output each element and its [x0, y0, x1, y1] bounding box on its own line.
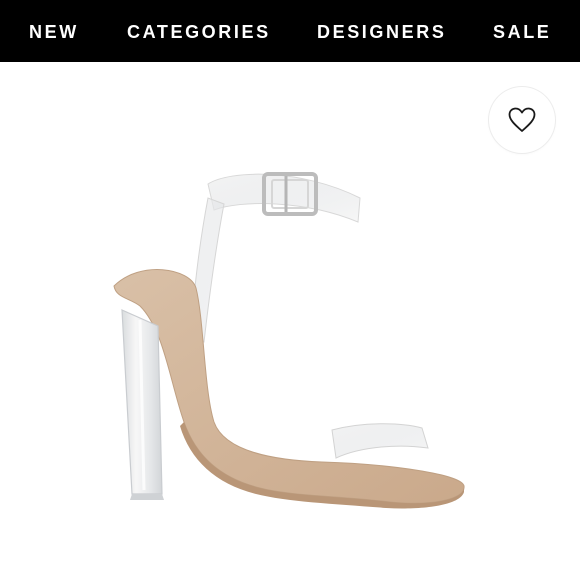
- nav-item-categories[interactable]: CATEGORIES: [127, 0, 271, 62]
- top-nav-bar: NEW CATEGORIES DESIGNERS SALE: [0, 0, 580, 62]
- heart-outline-icon: [508, 107, 536, 132]
- nav-item-sale[interactable]: SALE: [493, 0, 551, 62]
- wishlist-button[interactable]: [489, 87, 555, 153]
- nav-item-designers[interactable]: DESIGNERS: [317, 0, 446, 62]
- nav-item-new[interactable]: NEW: [29, 0, 79, 62]
- product-image: [113, 172, 465, 509]
- product-page: NEW CATEGORIES DESIGNERS SALE: [0, 0, 580, 580]
